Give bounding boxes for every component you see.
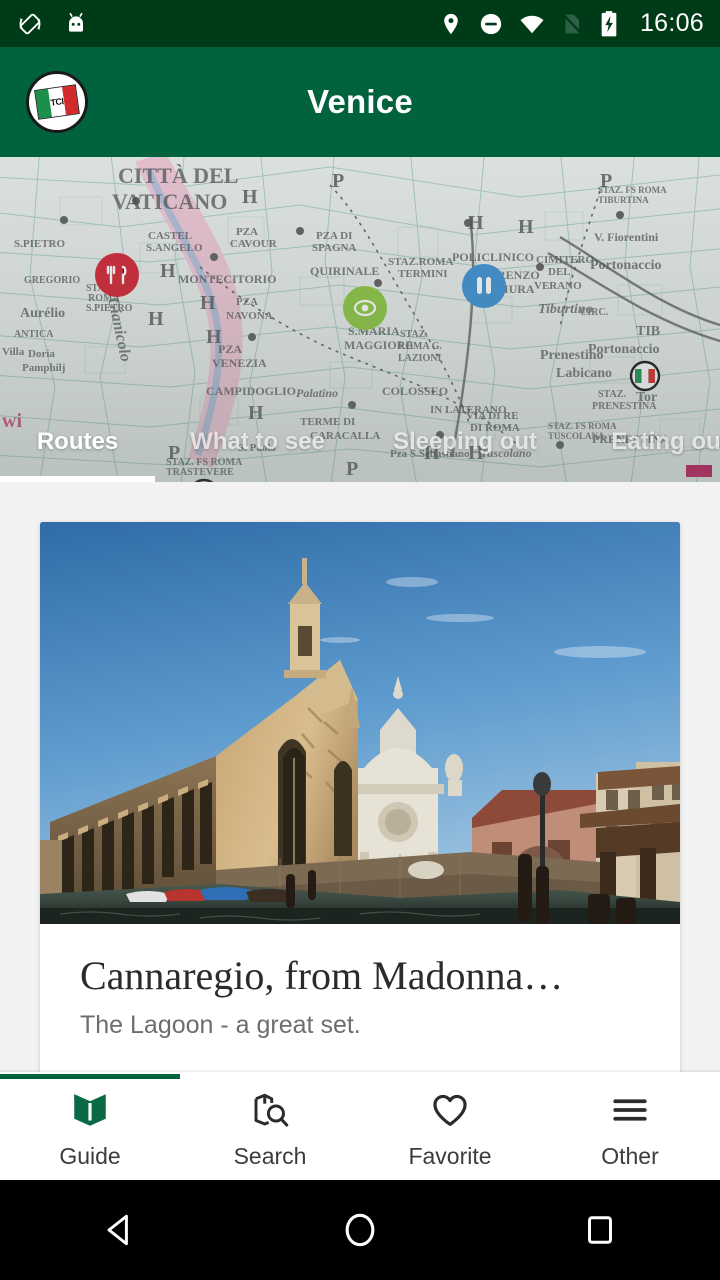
- tab-what-to-see[interactable]: What to see: [155, 418, 360, 466]
- android-debug-icon: [62, 10, 90, 38]
- category-tab-bar: Routes What to see Sleeping out Eating o…: [0, 412, 720, 482]
- circle-home-icon: [345, 1213, 375, 1247]
- app-bar: TCI Venice: [0, 47, 720, 157]
- tci-logo-text: TCI: [49, 96, 65, 108]
- phone-screen: 16:06 TCI Venice Routes What to see Slee…: [0, 0, 720, 1280]
- battery-charging-icon: [598, 10, 620, 38]
- page-title: Venice: [307, 83, 413, 120]
- book-icon: [67, 1089, 113, 1131]
- nav-item-favorite[interactable]: Favorite: [360, 1072, 540, 1180]
- italy-flag-icon: TCI: [34, 84, 80, 120]
- status-bar-clock: 16:06: [639, 9, 704, 37]
- tab-eating-out[interactable]: Eating out: [570, 418, 720, 466]
- tci-logo-icon[interactable]: TCI: [26, 71, 88, 133]
- status-bar-left-icons: [16, 10, 90, 38]
- nav-label-favorite: Favorite: [408, 1142, 492, 1169]
- nav-item-guide[interactable]: Guide: [0, 1072, 180, 1180]
- back-button[interactable]: [40, 1180, 200, 1280]
- madonna-dellorto-church-photo: [40, 522, 680, 924]
- wifi-icon: [518, 11, 546, 37]
- map-search-icon: [248, 1089, 292, 1131]
- home-button[interactable]: [280, 1180, 440, 1280]
- android-navigation-bar: [0, 1180, 720, 1280]
- nav-item-search[interactable]: Search: [180, 1072, 360, 1180]
- do-not-disturb-icon: [478, 11, 504, 37]
- screen-rotation-icon: [16, 10, 44, 38]
- loading-progress-bar: [0, 1074, 180, 1079]
- no-sim-icon: [560, 11, 584, 37]
- rome-map-banner[interactable]: CITTÀ DEL VATICANO S.PIETRO CASTEL S.ANG…: [0, 157, 720, 482]
- bottom-navigation-bar: Guide Search Favorite Other: [0, 1072, 720, 1180]
- triangle-back-icon: [107, 1214, 128, 1246]
- tab-routes[interactable]: Routes: [0, 418, 155, 466]
- nav-label-guide: Guide: [59, 1142, 121, 1169]
- square-recents-icon: [588, 1216, 612, 1244]
- recents-button[interactable]: [520, 1180, 680, 1280]
- route-card-image: [40, 522, 680, 924]
- heart-icon: [428, 1089, 472, 1131]
- route-card-body: Cannaregio, from Madonna… The Lagoon - a…: [40, 924, 680, 1072]
- route-card-title: Cannaregio, from Madonna…: [80, 954, 564, 998]
- nav-item-other[interactable]: Other: [540, 1072, 720, 1180]
- content-scroll-area[interactable]: Cannaregio, from Madonna… The Lagoon - a…: [0, 482, 720, 1072]
- nav-label-search: Search: [233, 1142, 307, 1169]
- status-bar: 16:06: [0, 0, 720, 47]
- location-icon: [438, 11, 464, 37]
- tab-sleeping-out[interactable]: Sleeping out: [360, 418, 570, 466]
- hamburger-menu-icon: [607, 1089, 653, 1131]
- status-bar-right-icons: 16:06: [438, 9, 704, 38]
- route-card[interactable]: Cannaregio, from Madonna… The Lagoon - a…: [40, 522, 680, 1072]
- route-card-subtitle: The Lagoon - a great set.: [80, 1010, 361, 1039]
- nav-label-other: Other: [601, 1142, 659, 1169]
